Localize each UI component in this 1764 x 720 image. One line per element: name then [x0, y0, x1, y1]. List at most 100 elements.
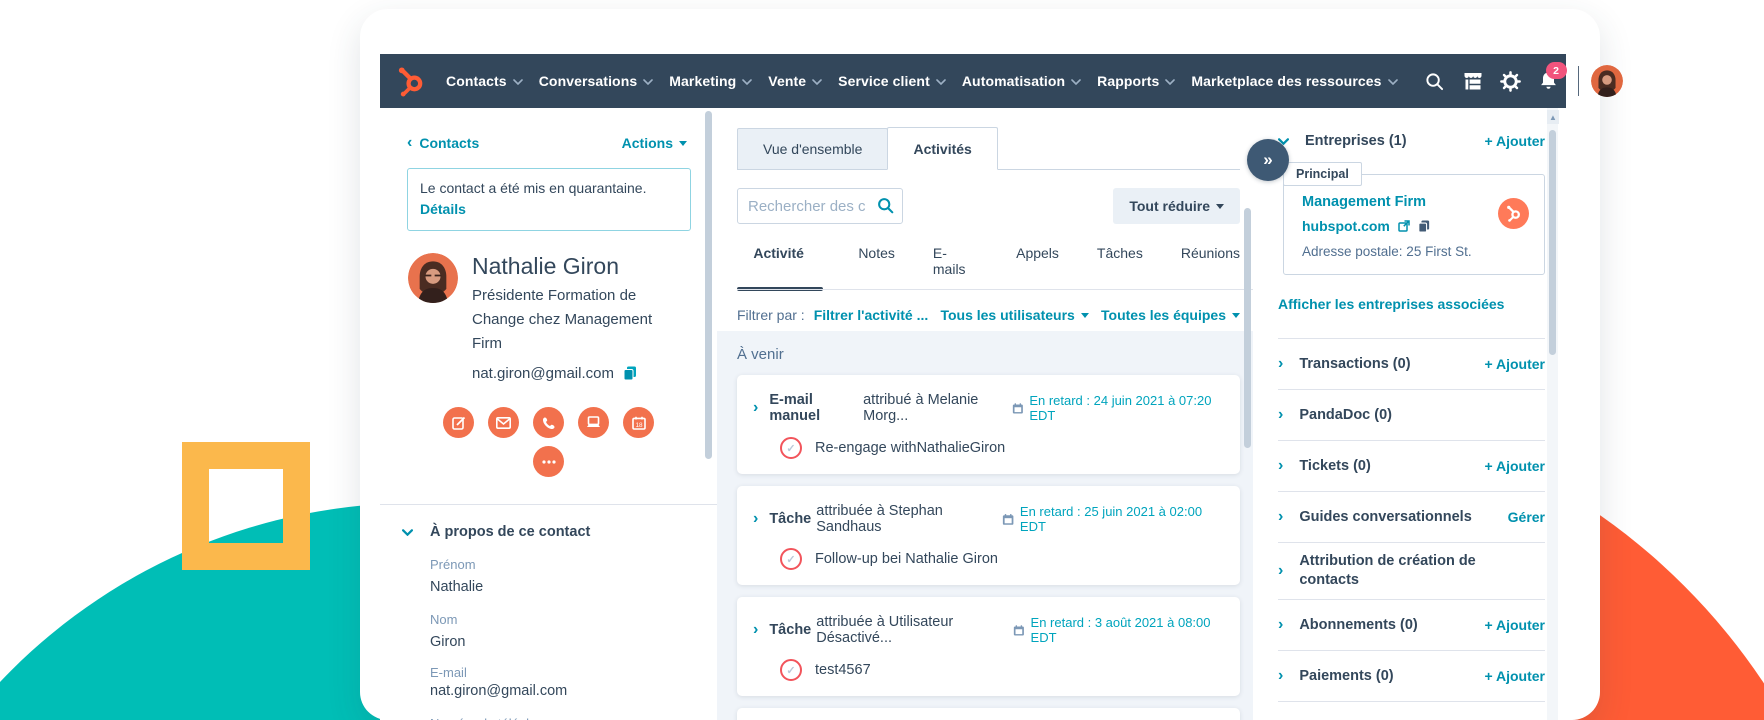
tab-vue-densemble[interactable]: Vue d'ensemble [737, 128, 888, 170]
sidebar-expand-button[interactable]: » [1247, 139, 1289, 181]
chevron-down-icon [402, 529, 413, 536]
back-to-contacts-link[interactable]: ‹ Contacts [407, 135, 479, 151]
task-title[interactable]: test4567 [815, 662, 871, 678]
subtab-activite[interactable]: Activité [737, 245, 820, 277]
filter-activity-link[interactable]: Filtrer l'activité ... [814, 307, 929, 323]
user-avatar[interactable] [1591, 65, 1623, 97]
nav-item-label: Marketplace des ressources [1191, 73, 1381, 89]
nav-item-contacts[interactable]: Contacts [446, 73, 523, 89]
tab-activites[interactable]: Activités [887, 127, 997, 170]
filter-teams-dropdown[interactable]: Toutes les équipes [1101, 307, 1240, 323]
nav-item-conversations[interactable]: Conversations [539, 73, 654, 89]
contact-profile: Nathalie Giron Présidente Formation de C… [408, 253, 707, 382]
nav-item-label: Automatisation [962, 73, 1065, 89]
collapse-all-button[interactable]: Tout réduire [1113, 188, 1240, 224]
task-complete-checkbox[interactable]: ✓ [780, 548, 802, 570]
calendar-icon [1002, 513, 1014, 526]
section-guides: › Guides conversationnels Gérer [1278, 491, 1545, 542]
copy-icon[interactable] [623, 366, 637, 381]
marketplace-icon[interactable] [1454, 72, 1492, 91]
quarantine-details-link[interactable]: Détails [420, 201, 466, 217]
task-title[interactable]: Follow-up bei Nathalie Giron [815, 551, 998, 567]
nav-item-vente[interactable]: Vente [768, 73, 822, 89]
expand-chevron-icon[interactable]: › [1278, 619, 1283, 631]
external-link-icon[interactable] [1398, 220, 1410, 232]
contact-field: E-mail nat.giron@gmail.com [430, 665, 717, 699]
nav-divider [1578, 66, 1579, 96]
company-name-link[interactable]: Management Firm [1302, 194, 1528, 210]
hubspot-logo-icon[interactable] [395, 66, 426, 97]
expand-chevron-icon[interactable]: › [753, 623, 758, 637]
nav-item-label: Service client [838, 73, 930, 89]
copy-icon[interactable] [1418, 220, 1430, 233]
expand-chevron-icon[interactable]: › [753, 512, 758, 526]
nav-item-marketing[interactable]: Marketing [669, 73, 752, 89]
search-icon[interactable] [1416, 72, 1454, 91]
contact-field: Prénom Nathalie [430, 557, 717, 595]
more-actions-button[interactable] [533, 446, 564, 477]
subtab-taches[interactable]: Tâches [1097, 245, 1143, 277]
activity-due-date[interactable]: En retard : 25 juin 2021 à 02:00 EDT [1002, 504, 1220, 534]
actions-dropdown-button[interactable]: Actions [622, 135, 687, 151]
nav-item-rapports[interactable]: Rapports [1097, 73, 1175, 89]
add-company-button[interactable]: + Ajouter [1484, 133, 1545, 149]
add-subscription-button[interactable]: + Ajouter [1484, 617, 1545, 633]
nav-item-service-client[interactable]: Service client [838, 73, 946, 89]
nav-item-label: Vente [768, 73, 806, 89]
expand-chevron-icon[interactable]: › [1278, 670, 1283, 682]
back-link-label: Contacts [419, 135, 479, 151]
expand-chevron-icon[interactable]: › [1278, 409, 1283, 421]
email-button[interactable] [488, 407, 519, 438]
chevron-left-icon: ‹ [407, 138, 412, 148]
notifications-bell-icon[interactable]: 2 [1530, 71, 1568, 91]
calendar-button[interactable]: 18 [623, 407, 654, 438]
actions-label: Actions [622, 135, 673, 151]
activity-due-date[interactable]: En retard : 24 juin 2021 à 07:20 EDT [1012, 393, 1220, 423]
nav-item-automatisation[interactable]: Automatisation [962, 73, 1081, 89]
caret-down-icon [1232, 313, 1240, 318]
chevron-down-icon [742, 79, 752, 85]
add-transaction-button[interactable]: + Ajouter [1484, 356, 1545, 372]
section-abonnements: › Abonnements (0) + Ajouter [1278, 599, 1545, 650]
task-title[interactable]: Re-engage withNathalieGiron [815, 440, 1005, 456]
about-contact-header[interactable]: À propos de ce contact [402, 524, 717, 540]
task-complete-checkbox[interactable]: ✓ [780, 437, 802, 459]
add-ticket-button[interactable]: + Ajouter [1484, 458, 1545, 474]
expand-chevron-icon[interactable]: › [1278, 565, 1283, 577]
manage-guides-button[interactable]: Gérer [1508, 509, 1545, 525]
meeting-button[interactable] [578, 407, 609, 438]
expand-chevron-icon[interactable]: › [1278, 358, 1283, 370]
companies-section-header: Entreprises (1) + Ajouter [1278, 133, 1545, 149]
add-payment-button[interactable]: + Ajouter [1484, 668, 1545, 684]
company-domain-link[interactable]: hubspot.com [1302, 218, 1390, 234]
center-panel-scrollbar[interactable] [1244, 208, 1251, 448]
activity-controls: Tout réduire [737, 188, 1240, 224]
search-icon[interactable] [877, 197, 894, 214]
activity-type[interactable]: E-mail manuel [769, 392, 858, 424]
left-panel-scrollbar[interactable] [705, 111, 712, 459]
settings-gear-icon[interactable] [1492, 71, 1530, 92]
right-panel-scrollbar[interactable] [1549, 130, 1556, 355]
scroll-up-arrow[interactable]: ▲ [1547, 110, 1559, 124]
subtab-appels[interactable]: Appels [1016, 245, 1059, 277]
task-complete-checkbox[interactable]: ✓ [780, 659, 802, 681]
nav-item-marketplace[interactable]: Marketplace des ressources [1191, 73, 1397, 89]
quarantine-alert: Le contact a été mis en quarantaine. Dét… [407, 168, 691, 231]
company-address: Adresse postale: 25 First St. [1302, 244, 1528, 259]
calendar-icon [1012, 402, 1024, 415]
view-associated-companies-link[interactable]: Afficher les entreprises associées [1278, 296, 1545, 312]
activity-due-date[interactable]: En retard : 3 août 2021 à 08:00 EDT [1013, 615, 1220, 645]
activity-type[interactable]: Tâche [769, 511, 811, 527]
subtab-emails[interactable]: E-mails [933, 245, 978, 277]
expand-chevron-icon[interactable]: › [1278, 511, 1283, 523]
filter-users-dropdown[interactable]: Tous les utilisateurs [940, 307, 1088, 323]
expand-chevron-icon[interactable]: › [753, 401, 758, 415]
expand-chevron-icon[interactable]: › [1278, 460, 1283, 472]
section-paiements: › Paiements (0) + Ajouter [1278, 650, 1545, 701]
filter-by-label: Filtrer par : [737, 307, 805, 323]
note-button[interactable] [443, 407, 474, 438]
activity-type[interactable]: Tâche [769, 622, 811, 638]
subtab-notes[interactable]: Notes [858, 245, 895, 277]
subtab-reunions[interactable]: Réunions [1181, 245, 1240, 277]
call-button[interactable] [533, 407, 564, 438]
